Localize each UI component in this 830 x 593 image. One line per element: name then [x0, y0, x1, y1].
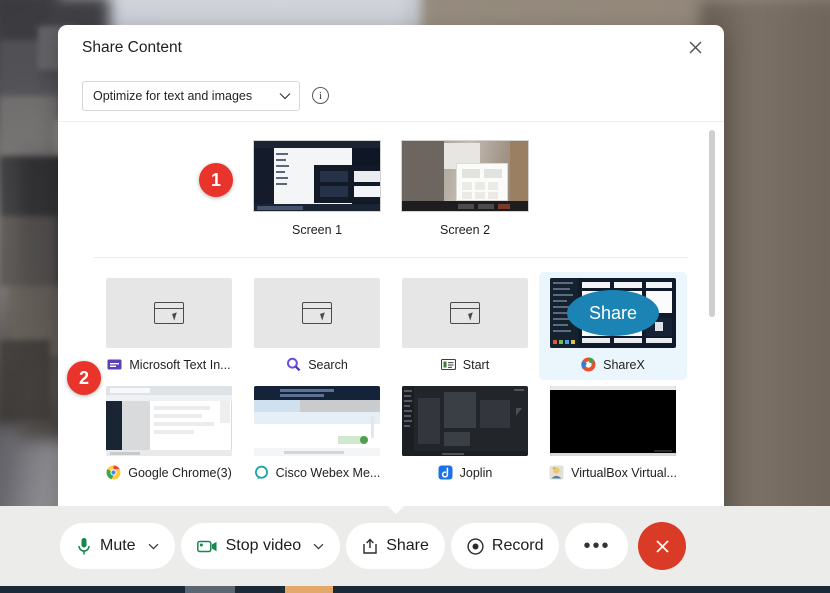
record-button-label: Record: [491, 537, 544, 554]
app-tile-joplin[interactable]: Joplin: [391, 380, 539, 488]
record-button[interactable]: Record: [450, 523, 560, 569]
more-options-icon: •••: [583, 534, 611, 557]
stop-video-button[interactable]: Stop video: [180, 523, 341, 569]
app-thumbnail: Share: [550, 278, 676, 348]
app-label: Joplin: [459, 465, 493, 480]
screen-tile-2[interactable]: Screen 2: [391, 140, 539, 237]
optimize-select-value: Optimize for text and images: [93, 88, 253, 103]
app-thumbnail: [254, 278, 380, 348]
annotation-badge-2: 2: [67, 361, 101, 395]
page-title: Share Content: [82, 38, 182, 56]
chevron-down-icon[interactable]: [148, 543, 159, 550]
window-placeholder-icon: [302, 302, 332, 324]
share-sources-list: Screen 1 Screen 2 Microsoft Text In... S…: [58, 122, 724, 525]
close-button[interactable]: [680, 33, 710, 63]
screen-label-1: Screen 1: [291, 223, 343, 237]
mute-button-label: Mute: [100, 537, 136, 554]
windows-search-icon: [286, 357, 301, 372]
app-tile-sharex[interactable]: Share ShareX: [539, 272, 687, 380]
apps-grid: Microsoft Text In... Search Start Share …: [58, 258, 724, 488]
scrollbar-thumb[interactable]: [709, 130, 715, 317]
record-circle-icon: [467, 537, 484, 555]
taskbar-accent-1: [185, 586, 235, 593]
chevron-down-icon[interactable]: [313, 543, 324, 550]
info-icon[interactable]: i: [312, 87, 329, 104]
video-camera-icon: [196, 540, 217, 552]
app-thumbnail: [550, 386, 676, 456]
mute-button[interactable]: Mute: [60, 523, 175, 569]
app-thumbnail: [106, 386, 232, 456]
google-chrome-icon: [106, 465, 121, 480]
share-button[interactable]: Share: [346, 523, 445, 569]
chevron-down-icon: [279, 92, 291, 99]
app-tile-start[interactable]: Start: [391, 272, 539, 380]
screen-thumbnail-2: [401, 140, 529, 212]
screen-thumbnail-1: [253, 140, 381, 212]
app-thumbnail: [402, 278, 528, 348]
close-icon: [689, 41, 701, 54]
app-label: VirtualBox Virtual...: [571, 465, 677, 480]
sharex-icon: [581, 357, 596, 372]
microphone-icon: [78, 537, 90, 554]
annotation-badge-1: 1: [199, 163, 233, 197]
leave-meeting-icon: [656, 539, 669, 553]
microsoft-text-input-icon: [107, 357, 122, 372]
app-thumbnail: [402, 386, 528, 456]
share-hover-button[interactable]: Share: [567, 290, 659, 336]
share-hover-label: Share: [588, 302, 638, 323]
leave-meeting-button[interactable]: [638, 522, 687, 570]
app-tile-microsoft-text-input[interactable]: Microsoft Text In...: [95, 272, 243, 380]
dialog-callout-arrow: [383, 501, 409, 514]
optimize-select[interactable]: Optimize for text and images: [82, 80, 300, 111]
share-content-dialog: Share Content Optimize for text and imag…: [58, 25, 724, 525]
share-button-label: Share: [386, 537, 429, 554]
app-tile-cisco-webex[interactable]: Cisco Webex Me...: [243, 380, 391, 488]
share-upload-icon: [363, 537, 377, 554]
app-thumbnail: [254, 386, 380, 456]
window-placeholder-icon: [450, 302, 480, 324]
meeting-toolbar: Mute Stop video Share Record •••: [0, 506, 830, 586]
app-label: Start: [462, 357, 490, 372]
app-label: Cisco Webex Me...: [275, 465, 381, 480]
screens-row: Screen 1 Screen 2: [58, 122, 724, 237]
screen-tile-1[interactable]: Screen 1: [243, 140, 391, 237]
app-tile-google-chrome[interactable]: Google Chrome(3): [95, 380, 243, 488]
stop-video-button-label: Stop video: [225, 537, 302, 554]
virtualbox-icon: [549, 465, 564, 480]
app-tile-search[interactable]: Search: [243, 272, 391, 380]
optimize-bar: Optimize for text and images i: [58, 70, 724, 122]
screen-label-2: Screen 2: [439, 223, 491, 237]
cisco-webex-icon: [254, 465, 269, 480]
taskbar-accent-2: [285, 586, 333, 593]
app-label: Search: [308, 357, 348, 372]
os-taskbar-strip: [0, 586, 830, 593]
app-label: Google Chrome(3): [128, 465, 232, 480]
app-label: ShareX: [603, 357, 645, 372]
more-options-button[interactable]: •••: [565, 523, 629, 569]
joplin-icon: [438, 465, 453, 480]
app-tile-virtualbox[interactable]: VirtualBox Virtual...: [539, 380, 687, 488]
windows-start-icon: [440, 357, 456, 372]
dialog-header: Share Content: [58, 25, 724, 70]
app-thumbnail: [106, 278, 232, 348]
window-placeholder-icon: [154, 302, 184, 324]
app-label: Microsoft Text In...: [129, 357, 231, 372]
